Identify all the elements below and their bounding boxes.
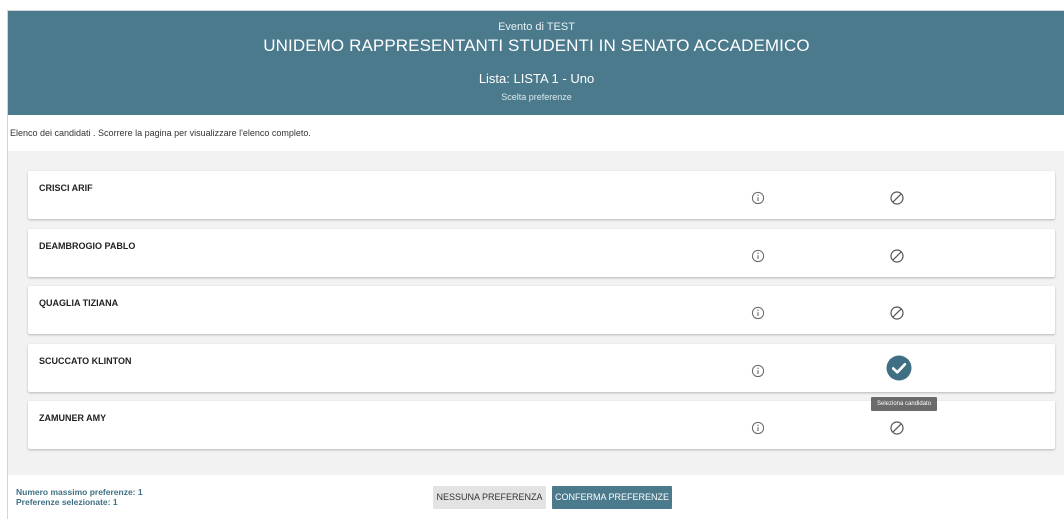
check-circle-icon[interactable] — [886, 355, 912, 381]
info-icon[interactable] — [751, 191, 765, 205]
confirm-preferences-button[interactable]: CONFERMA PREFERENZE — [552, 486, 672, 509]
candidate-card: QUAGLIA TIZIANA — [28, 286, 1055, 334]
candidate-card: SCUCCATO KLINTON — [28, 344, 1055, 392]
info-icon[interactable] — [751, 306, 765, 320]
ban-icon[interactable] — [889, 305, 905, 321]
list-name: Lista: LISTA 1 - Uno — [478, 71, 595, 86]
ban-icon[interactable] — [889, 420, 905, 436]
page-subtitle: Scelta preferenze — [501, 92, 572, 102]
no-preference-button[interactable]: NESSUNA PREFERENZA — [433, 486, 546, 509]
info-icon[interactable] — [751, 421, 765, 435]
ban-icon[interactable] — [889, 248, 905, 264]
max-preferences-label: Numero massimo preferenze: 1 — [16, 487, 143, 497]
candidate-name: CRISCI ARIF — [39, 183, 93, 193]
candidate-name: ZAMUNER AMY — [39, 413, 107, 423]
page-title: UNIDEMO RAPPRESENTANTI STUDENTI IN SENAT… — [263, 36, 810, 55]
ban-icon[interactable] — [889, 190, 905, 206]
candidate-name: QUAGLIA TIZIANA — [39, 298, 119, 308]
preference-counter: Numero massimo preferenze: 1 Preferenze … — [16, 487, 143, 507]
selected-preferences-label: Preferenze selezionate: 1 — [16, 497, 118, 507]
page-header: Evento di TEST UNIDEMO RAPPRESENTANTI ST… — [8, 11, 1064, 115]
event-name: Evento di TEST — [498, 21, 575, 33]
select-candidate-tooltip: Seleziona candidato — [871, 397, 938, 411]
voting-page: Evento di TEST UNIDEMO RAPPRESENTANTI ST… — [7, 10, 1064, 519]
info-icon[interactable] — [751, 364, 765, 378]
candidate-card: CRISCI ARIF — [28, 171, 1055, 219]
instructions-text: Elenco dei candidati . Scorrere la pagin… — [10, 128, 311, 138]
candidate-name: DEAMBROGIO PABLO — [39, 241, 136, 251]
candidate-card: DEAMBROGIO PABLO — [28, 229, 1055, 277]
info-icon[interactable] — [751, 249, 765, 263]
candidate-list: CRISCI ARIF DEAMBROGIO PABLO QUAGLIA TIZ… — [8, 151, 1064, 475]
candidate-name: SCUCCATO KLINTON — [39, 356, 132, 366]
